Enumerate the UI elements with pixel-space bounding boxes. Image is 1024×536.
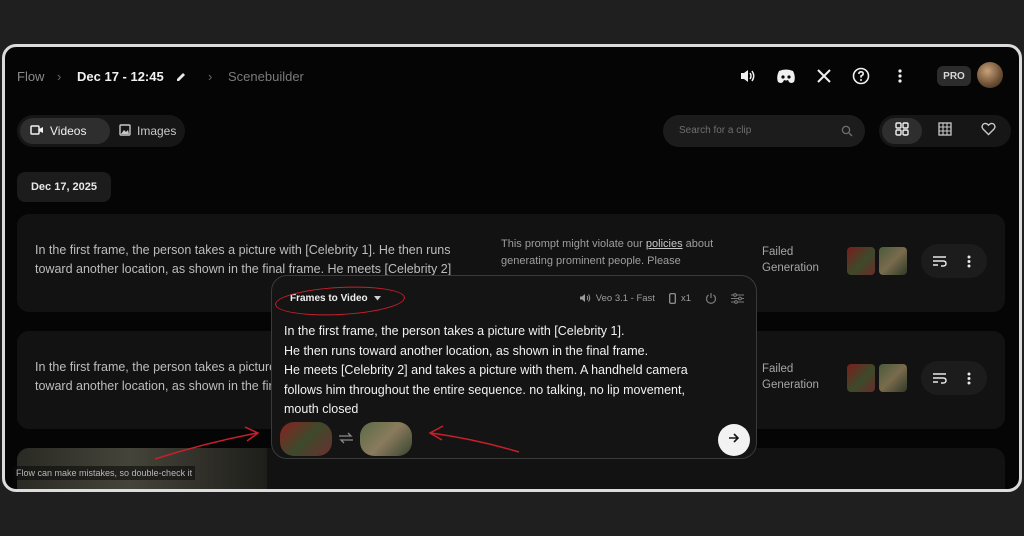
model-selector[interactable]: Veo 3.1 - Fast xyxy=(579,293,655,304)
breadcrumb-flow[interactable]: Flow xyxy=(17,69,44,84)
prompt-line: follows him throughout the entire sequen… xyxy=(284,382,685,397)
generation-settings: Veo 3.1 - Fast x1 xyxy=(579,288,744,308)
prompt-line: mouth closed xyxy=(284,402,359,416)
disclaimer-text: Flow can make mistakes, so double-check … xyxy=(13,466,196,480)
reuse-prompt-icon[interactable] xyxy=(929,368,949,388)
project-title[interactable]: Dec 17 - 12:45 xyxy=(77,69,164,84)
breadcrumb-scenebuilder[interactable]: Scenebuilder xyxy=(228,69,304,84)
tab-images[interactable]: Images xyxy=(109,118,183,144)
last-frame-thumbnail[interactable] xyxy=(879,364,907,392)
discord-icon[interactable] xyxy=(775,65,797,87)
row-actions xyxy=(921,244,987,278)
first-frame-input[interactable] xyxy=(280,422,332,456)
date-group-label: Dec 17, 2025 xyxy=(17,172,111,202)
grid-large-view-button[interactable] xyxy=(882,118,922,144)
prompt-line: He then runs toward another location, as… xyxy=(284,343,649,358)
first-frame-thumbnail[interactable] xyxy=(847,364,875,392)
heart-icon xyxy=(980,122,996,141)
grid-small-view-button[interactable] xyxy=(925,118,965,144)
arrow-right-icon xyxy=(728,431,740,449)
media-type-toggle: Videos Images xyxy=(17,115,185,147)
avatar[interactable] xyxy=(977,62,1003,88)
policy-warning-text: This prompt might violate our xyxy=(501,238,646,250)
search-placeholder: Search for a clip xyxy=(679,125,752,136)
send-button[interactable] xyxy=(718,424,750,456)
pro-badge: PRO xyxy=(937,66,971,86)
tab-images-label: Images xyxy=(137,124,177,138)
top-header: Flow › Dec 17 - 12:45 › Scenebuilder PRO xyxy=(5,47,1019,107)
output-count: x1 xyxy=(680,292,691,304)
last-frame-input[interactable] xyxy=(360,422,412,456)
edit-pencil-icon[interactable] xyxy=(175,70,187,88)
audio-icon xyxy=(579,293,591,303)
tab-videos[interactable]: Videos xyxy=(20,118,110,144)
output-count-selector[interactable]: x1 xyxy=(669,293,691,304)
more-vertical-icon[interactable] xyxy=(889,65,911,87)
more-vertical-icon[interactable] xyxy=(959,251,979,271)
x-twitter-icon[interactable] xyxy=(813,65,835,87)
first-frame-thumbnail[interactable] xyxy=(847,247,875,275)
favorites-button[interactable] xyxy=(968,118,1008,144)
model-label: Veo 3.1 - Fast xyxy=(595,292,655,304)
power-icon[interactable] xyxy=(705,292,717,304)
search-input[interactable]: Search for a clip xyxy=(663,115,865,147)
image-icon xyxy=(119,123,131,139)
policy-warning: This prompt might violate our policies a… xyxy=(501,236,751,272)
breadcrumb-separator-icon: › xyxy=(208,69,213,84)
sound-icon[interactable] xyxy=(737,65,759,87)
flow-app: Flow › Dec 17 - 12:45 › Scenebuilder PRO xyxy=(5,47,1019,489)
prompt-textarea[interactable]: In the first frame, the person takes a p… xyxy=(284,322,734,420)
prompt-line: He meets [Celebrity 2] and takes a pictu… xyxy=(284,363,688,377)
grid-icon xyxy=(895,121,909,141)
tab-videos-label: Videos xyxy=(50,124,87,138)
last-frame-thumbnail[interactable] xyxy=(879,247,907,275)
swap-frames-icon[interactable] xyxy=(338,431,354,449)
more-vertical-icon[interactable] xyxy=(959,368,979,388)
row-actions xyxy=(921,361,987,395)
search-icon xyxy=(841,124,853,142)
reuse-prompt-icon[interactable] xyxy=(929,251,949,271)
grid-small-icon xyxy=(938,121,952,141)
policies-link[interactable]: policies xyxy=(646,238,683,250)
breadcrumb-separator-icon: › xyxy=(57,69,62,84)
screenshot-frame: Flow › Dec 17 - 12:45 › Scenebuilder PRO xyxy=(2,44,1022,492)
status-badge: Failed Generation xyxy=(762,363,819,391)
video-icon xyxy=(30,124,44,139)
prompt-line: In the first frame, the person takes a p… xyxy=(284,324,625,338)
portrait-aspect-icon xyxy=(669,292,676,304)
help-icon[interactable] xyxy=(850,65,872,87)
view-toggle xyxy=(879,115,1011,147)
settings-sliders-icon[interactable] xyxy=(731,292,744,304)
status-badge: Failed Generation xyxy=(762,246,819,274)
